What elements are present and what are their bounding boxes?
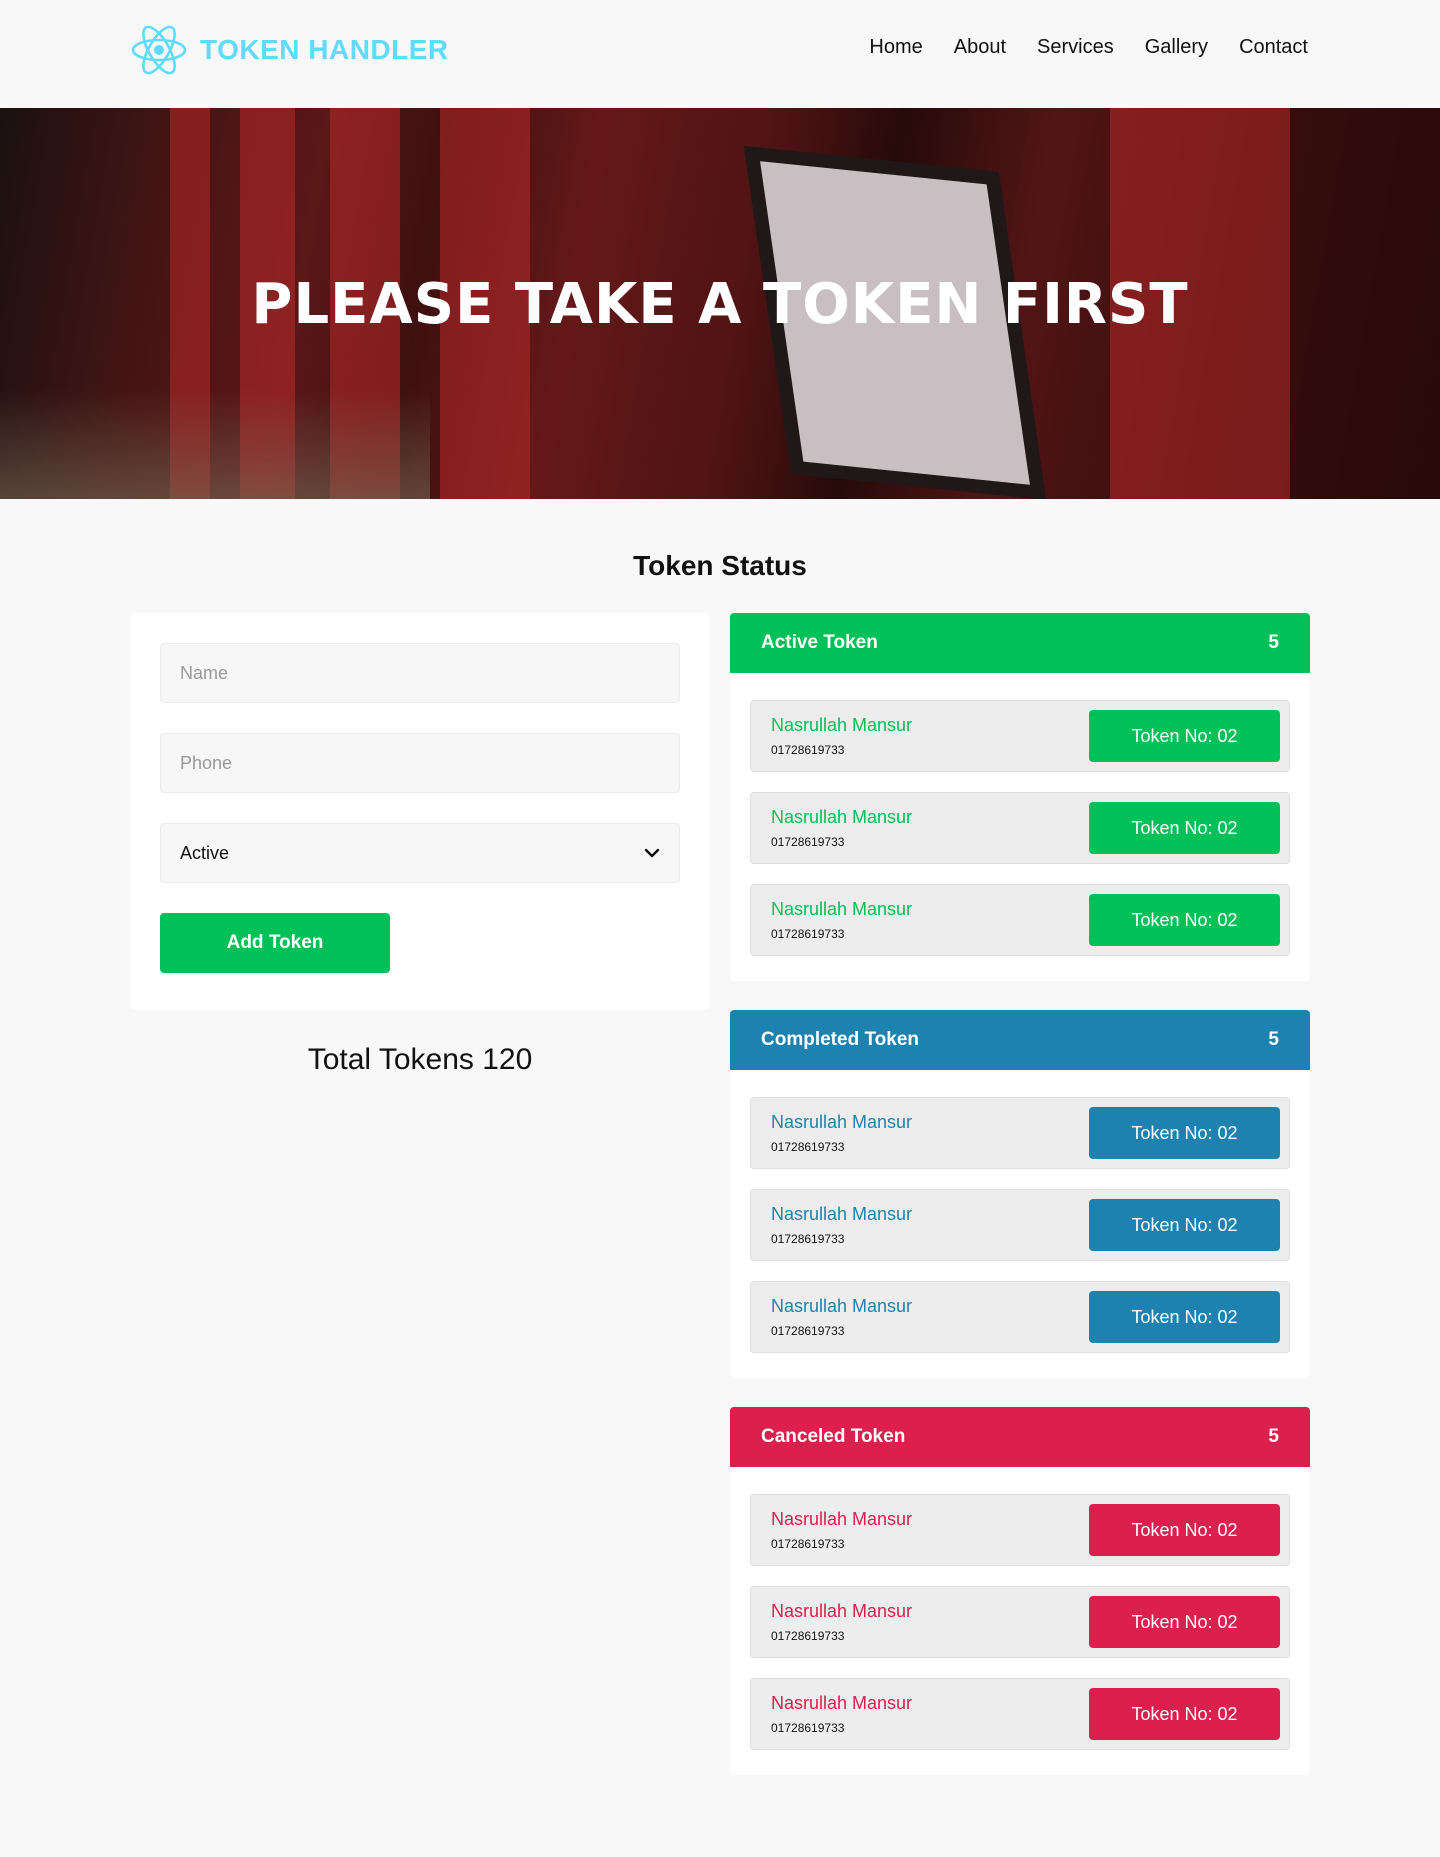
panel-body: Nasrullah Mansur 01728619733 Token No: 0…: [730, 1070, 1310, 1378]
section-title: Token Status: [633, 550, 807, 581]
status-select-value: Active: [180, 842, 230, 863]
panel-header: Completed Token 5: [730, 1010, 1310, 1070]
token-info: Nasrullah Mansur 01728619733: [771, 1112, 912, 1154]
nav-link-home[interactable]: Home: [869, 36, 922, 58]
token-info: Nasrullah Mansur 01728619733: [771, 1509, 912, 1551]
token-info: Nasrullah Mansur 01728619733: [771, 807, 912, 849]
token-holder-name: Nasrullah Mansur: [771, 1509, 913, 1529]
token-info: Nasrullah Mansur 01728619733: [771, 1693, 912, 1735]
token-number-button[interactable]: Token No: 02: [1089, 894, 1280, 946]
token-info: Nasrullah Mansur 01728619733: [771, 715, 912, 757]
panel-header: Active Token 5: [730, 613, 1310, 673]
token-info: Nasrullah Mansur 01728619733: [771, 1601, 912, 1643]
token-number-button[interactable]: Token No: 02: [1089, 1504, 1280, 1556]
token-row: Nasrullah Mansur 01728619733 Token No: 0…: [750, 1189, 1290, 1261]
total-tokens: Total Tokens 120: [307, 1043, 533, 1076]
token-form-card: Active Add Token: [130, 613, 710, 1010]
nav-item-home: Home: [869, 36, 922, 59]
token-holder-phone: 01728619733: [771, 743, 845, 757]
token-holder-name: Nasrullah Mansur: [771, 715, 913, 735]
token-number-button[interactable]: Token No: 02: [1089, 1107, 1280, 1159]
token-holder-phone: 01728619733: [771, 927, 845, 941]
navbar: TOKEN HANDLER Home About Services Galler…: [0, 0, 1440, 108]
token-number-button[interactable]: Token No: 02: [1089, 1596, 1280, 1648]
token-number-button[interactable]: Token No: 02: [1089, 1688, 1280, 1740]
token-holder-phone: 01728619733: [771, 1537, 845, 1551]
token-holder-name: Nasrullah Mansur: [771, 1296, 913, 1316]
nav-item-services: Services: [1037, 36, 1114, 59]
hero-banner: PLEASE TAKE A TOKEN FIRST: [0, 108, 1440, 499]
token-row: Nasrullah Mansur 01728619733 Token No: 0…: [750, 1097, 1290, 1169]
nav-item-contact: Contact: [1239, 36, 1308, 59]
panel-title: Active Token: [761, 632, 878, 653]
token-holder-phone: 01728619733: [771, 835, 845, 849]
token-number-button[interactable]: Token No: 02: [1089, 1199, 1280, 1251]
token-holder-name: Nasrullah Mansur: [771, 1601, 913, 1621]
brand-link[interactable]: TOKEN HANDLER: [130, 22, 449, 78]
hero-title: PLEASE TAKE A TOKEN FIRST: [251, 272, 1189, 337]
token-info: Nasrullah Mansur 01728619733: [771, 1204, 912, 1246]
nav-link-about[interactable]: About: [954, 36, 1006, 58]
token-row: Nasrullah Mansur 01728619733 Token No: 0…: [750, 884, 1290, 956]
hero-floor: [0, 389, 430, 499]
token-row: Nasrullah Mansur 01728619733 Token No: 0…: [750, 700, 1290, 772]
name-input[interactable]: [160, 643, 680, 703]
token-number-button[interactable]: Token No: 02: [1089, 1291, 1280, 1343]
token-number-button[interactable]: Token No: 02: [1089, 802, 1280, 854]
panel-count-badge: 5: [1268, 1426, 1279, 1447]
token-holder-phone: 01728619733: [771, 1140, 845, 1154]
token-holder-name: Nasrullah Mansur: [771, 1112, 913, 1132]
token-holder-phone: 01728619733: [771, 1232, 845, 1246]
token-holder-name: Nasrullah Mansur: [771, 807, 913, 827]
active-token-panel: Active Token 5 Nasrullah Mansur 01728619…: [730, 613, 1310, 981]
nav-item-gallery: Gallery: [1145, 36, 1208, 59]
brand-name: TOKEN HANDLER: [200, 34, 449, 65]
panel-body: Nasrullah Mansur 01728619733 Token No: 0…: [730, 673, 1310, 981]
token-row: Nasrullah Mansur 01728619733 Token No: 0…: [750, 1281, 1290, 1353]
token-info: Nasrullah Mansur 01728619733: [771, 899, 912, 941]
panel-count-badge: 5: [1268, 632, 1279, 653]
nav-link-gallery[interactable]: Gallery: [1145, 36, 1208, 58]
token-row: Nasrullah Mansur 01728619733 Token No: 0…: [750, 1494, 1290, 1566]
react-atom-icon: [131, 25, 187, 75]
panel-count-badge: 5: [1268, 1029, 1279, 1050]
panel-header: Canceled Token 5: [730, 1407, 1310, 1467]
token-number-button[interactable]: Token No: 02: [1089, 710, 1280, 762]
nav-links: Home About Services Gallery Contact: [869, 36, 1308, 59]
add-token-button[interactable]: Add Token: [160, 913, 390, 973]
panel-body: Nasrullah Mansur 01728619733 Token No: 0…: [730, 1467, 1310, 1775]
token-holder-name: Nasrullah Mansur: [771, 1693, 913, 1713]
token-holder-phone: 01728619733: [771, 1721, 845, 1735]
nav-item-about: About: [954, 36, 1006, 59]
canceled-token-panel: Canceled Token 5 Nasrullah Mansur 017286…: [730, 1407, 1310, 1775]
phone-input[interactable]: [160, 733, 680, 793]
token-holder-phone: 01728619733: [771, 1324, 845, 1338]
nav-link-services[interactable]: Services: [1037, 36, 1114, 58]
token-info: Nasrullah Mansur 01728619733: [771, 1296, 912, 1338]
nav-link-contact[interactable]: Contact: [1239, 36, 1308, 58]
panel-title: Completed Token: [761, 1029, 919, 1050]
token-holder-phone: 01728619733: [771, 1629, 845, 1643]
token-row: Nasrullah Mansur 01728619733 Token No: 0…: [750, 1586, 1290, 1658]
token-holder-name: Nasrullah Mansur: [771, 1204, 913, 1224]
panel-title: Canceled Token: [761, 1426, 906, 1447]
token-holder-name: Nasrullah Mansur: [771, 899, 913, 919]
completed-token-panel: Completed Token 5 Nasrullah Mansur 01728…: [730, 1010, 1310, 1378]
status-select[interactable]: Active: [160, 823, 680, 883]
token-row: Nasrullah Mansur 01728619733 Token No: 0…: [750, 1678, 1290, 1750]
chevron-down-icon: [644, 848, 660, 858]
token-row: Nasrullah Mansur 01728619733 Token No: 0…: [750, 792, 1290, 864]
